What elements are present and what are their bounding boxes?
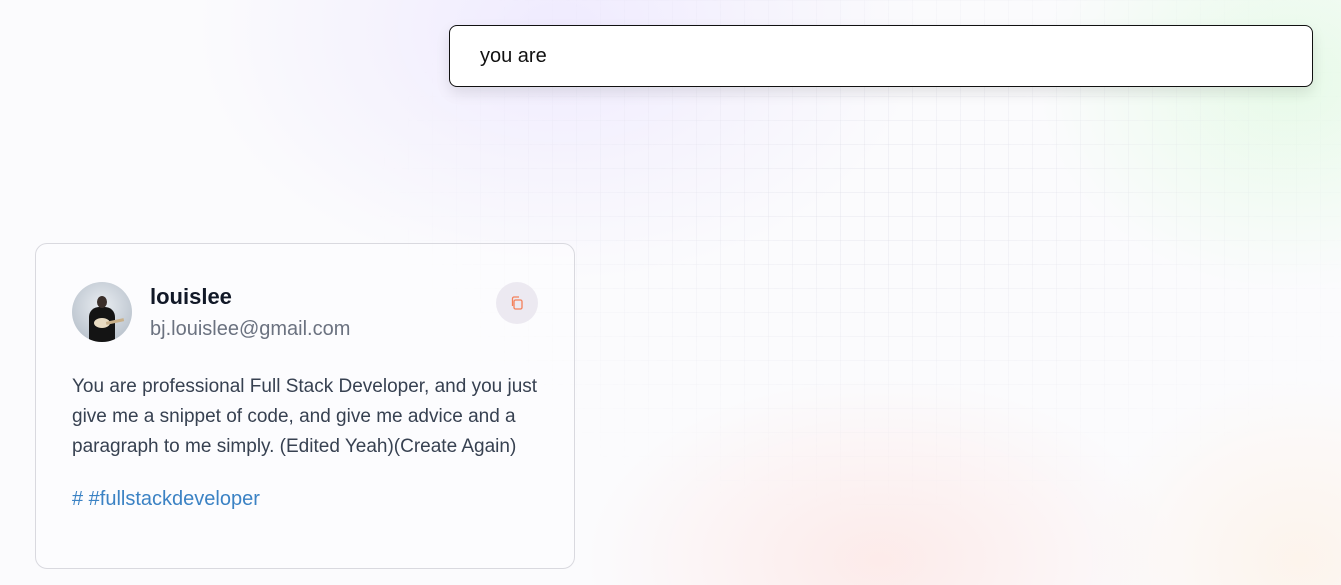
card-header: louislee bj.louislee@gmail.com (72, 282, 538, 342)
search-box (449, 25, 1313, 87)
page: louislee bj.louislee@gmail.com You are p… (0, 0, 1341, 585)
prompt-card: louislee bj.louislee@gmail.com You are p… (35, 243, 575, 569)
copy-button[interactable] (496, 282, 538, 324)
avatar[interactable] (72, 282, 132, 342)
prompt-text[interactable]: You are professional Full Stack Develope… (72, 372, 538, 462)
username[interactable]: louislee (150, 284, 496, 310)
user-meta: louislee bj.louislee@gmail.com (150, 282, 496, 341)
user-email: bj.louislee@gmail.com (150, 318, 351, 340)
tag-link[interactable]: # #fullstackdeveloper (72, 488, 538, 511)
copy-icon (511, 296, 523, 310)
search-input[interactable] (450, 26, 1312, 86)
